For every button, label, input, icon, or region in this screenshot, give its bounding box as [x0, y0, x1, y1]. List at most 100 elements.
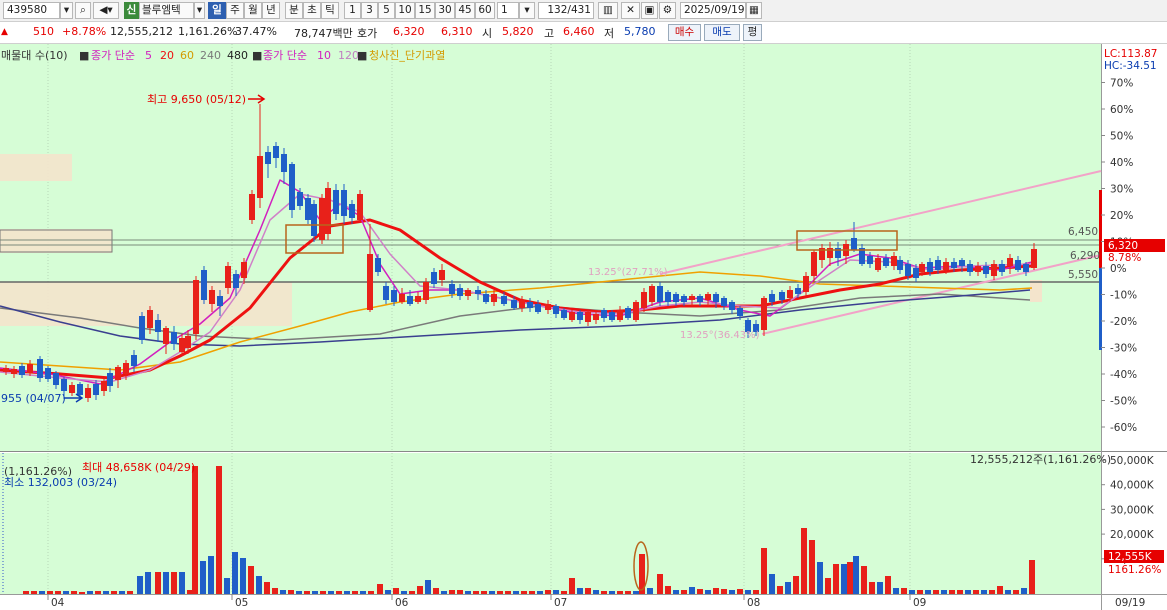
- bid-price: 6,310: [441, 25, 473, 38]
- volume-bar: [561, 591, 567, 594]
- candle-body: [179, 338, 185, 352]
- price-axis-label: -50%: [1110, 396, 1137, 408]
- candle-body: [737, 308, 743, 316]
- volume-bar: [681, 590, 687, 594]
- volume-bar: [801, 528, 807, 594]
- interval-1-button[interactable]: 1: [344, 2, 361, 19]
- calendar-icon[interactable]: ▦: [746, 2, 762, 19]
- interval-15-button[interactable]: 15: [415, 2, 435, 19]
- volume-bar: [377, 584, 383, 594]
- search-icon[interactable]: ⌕: [75, 2, 91, 19]
- legend-ma480: 480: [227, 49, 248, 62]
- volume-value: 12,555,212: [110, 25, 173, 38]
- candle-body: [27, 364, 33, 373]
- candle-body: [673, 294, 679, 302]
- period-week-button[interactable]: 주: [226, 2, 244, 19]
- x-axis-label: 08: [747, 597, 760, 609]
- save-icon[interactable]: ▣: [641, 2, 658, 19]
- toolbar: 439580 ▾ ⌕ ◀▾ 신 블루엠텍 ▾ 일 주 월 년 분 초 틱 1 3…: [0, 0, 1167, 22]
- candle-body: [475, 290, 481, 294]
- candle-body: [249, 194, 255, 220]
- stock-name-dropdown-icon[interactable]: ▾: [194, 2, 205, 19]
- period-month-button[interactable]: 월: [244, 2, 262, 19]
- candle-body: [891, 256, 897, 266]
- volume-bar: [705, 590, 711, 594]
- volume-bar: [31, 591, 37, 594]
- stock-name-field[interactable]: 블루엠텍: [139, 2, 194, 19]
- grid-icon[interactable]: ▥: [598, 2, 618, 19]
- range-bar-down: [1099, 268, 1102, 350]
- candle-body: [721, 298, 727, 306]
- price-axis-label: 0%: [1110, 263, 1127, 275]
- period-day-button[interactable]: 일: [208, 2, 226, 19]
- volume-bar: [721, 589, 727, 594]
- vol-max-label: 최대 48,658K (04/29): [82, 461, 195, 474]
- volume-profile-bar: [1030, 280, 1042, 302]
- candle-body: [641, 292, 647, 308]
- volume-bar: [119, 591, 125, 594]
- page-counter[interactable]: 132/431: [538, 2, 594, 19]
- interval-60-button[interactable]: 60: [475, 2, 495, 19]
- code-input[interactable]: 439580: [3, 2, 60, 19]
- interval-3-button[interactable]: 3: [361, 2, 378, 19]
- volume-bar: [885, 576, 891, 594]
- candle-body: [391, 290, 397, 302]
- legend-ma240: 240: [200, 49, 221, 62]
- price-axis-label: 60%: [1110, 104, 1133, 116]
- volume-bar: [981, 590, 987, 594]
- low-price: 5,780: [624, 25, 656, 38]
- candle-body: [101, 381, 107, 391]
- candle-body: [273, 146, 279, 158]
- date-input[interactable]: 2025/09/19: [680, 2, 746, 19]
- volume-bar: [473, 591, 479, 594]
- period-year-button[interactable]: 년: [262, 2, 280, 19]
- candle-body: [649, 286, 655, 302]
- x-axis-label: 07: [554, 597, 567, 609]
- buy-button[interactable]: 매수: [668, 24, 701, 41]
- period-minute-button[interactable]: 분: [285, 2, 303, 19]
- sell-button[interactable]: 매도: [704, 24, 740, 41]
- price-axis-label: -40%: [1110, 369, 1137, 381]
- volume-bar: [79, 592, 85, 594]
- volume-bar: [997, 586, 1003, 594]
- count-dropdown-icon[interactable]: ▾: [519, 2, 535, 19]
- interval-45-button[interactable]: 45: [455, 2, 475, 19]
- price-axis-label: -20%: [1110, 316, 1137, 328]
- volume-axis-label: 50,000K: [1110, 455, 1155, 467]
- code-dropdown-chevron-icon[interactable]: ▾: [60, 2, 73, 19]
- candle-body: [999, 264, 1005, 272]
- candle-body: [333, 190, 339, 214]
- change-value: 510: [33, 25, 54, 38]
- interval-5-button[interactable]: 5: [378, 2, 395, 19]
- period-tick-button[interactable]: 틱: [321, 2, 339, 19]
- turnover: 37.47%: [235, 25, 277, 38]
- credit-badge: 신: [124, 2, 139, 19]
- speaker-icon[interactable]: ◀▾: [93, 2, 119, 19]
- volume-bar: [1005, 590, 1011, 594]
- candle-body: [349, 204, 355, 218]
- page-counter-current: 132: [547, 4, 568, 16]
- volume-bar: [95, 591, 101, 594]
- stock-chart[interactable]: 70%60%50%40%30%20%10%0%-10%-20%-30%-40%-…: [0, 44, 1167, 610]
- candle-body: [681, 296, 687, 302]
- candle-body: [943, 262, 949, 270]
- volume-bar: [55, 591, 61, 594]
- crosshair-icon[interactable]: ✕: [621, 2, 640, 19]
- avg-button[interactable]: 평: [743, 24, 762, 41]
- candle-body: [375, 258, 381, 272]
- candle-body: [209, 290, 215, 304]
- interval-30-button[interactable]: 30: [435, 2, 455, 19]
- candle-body: [439, 270, 445, 280]
- candle-body: [697, 296, 703, 302]
- period-second-button[interactable]: 초: [303, 2, 321, 19]
- gear-icon[interactable]: ⚙: [659, 2, 676, 19]
- high-price: 6,460: [563, 25, 595, 38]
- volume-bar: [869, 582, 875, 594]
- price-axis-label: 40%: [1110, 157, 1133, 169]
- interval-10-button[interactable]: 10: [395, 2, 415, 19]
- count-input[interactable]: 1: [497, 2, 519, 19]
- candle-body: [905, 264, 911, 276]
- candle-body: [1015, 260, 1021, 270]
- vol-min-label: 최소 132,003 (03/24): [4, 476, 117, 489]
- volume-bar: [901, 588, 907, 594]
